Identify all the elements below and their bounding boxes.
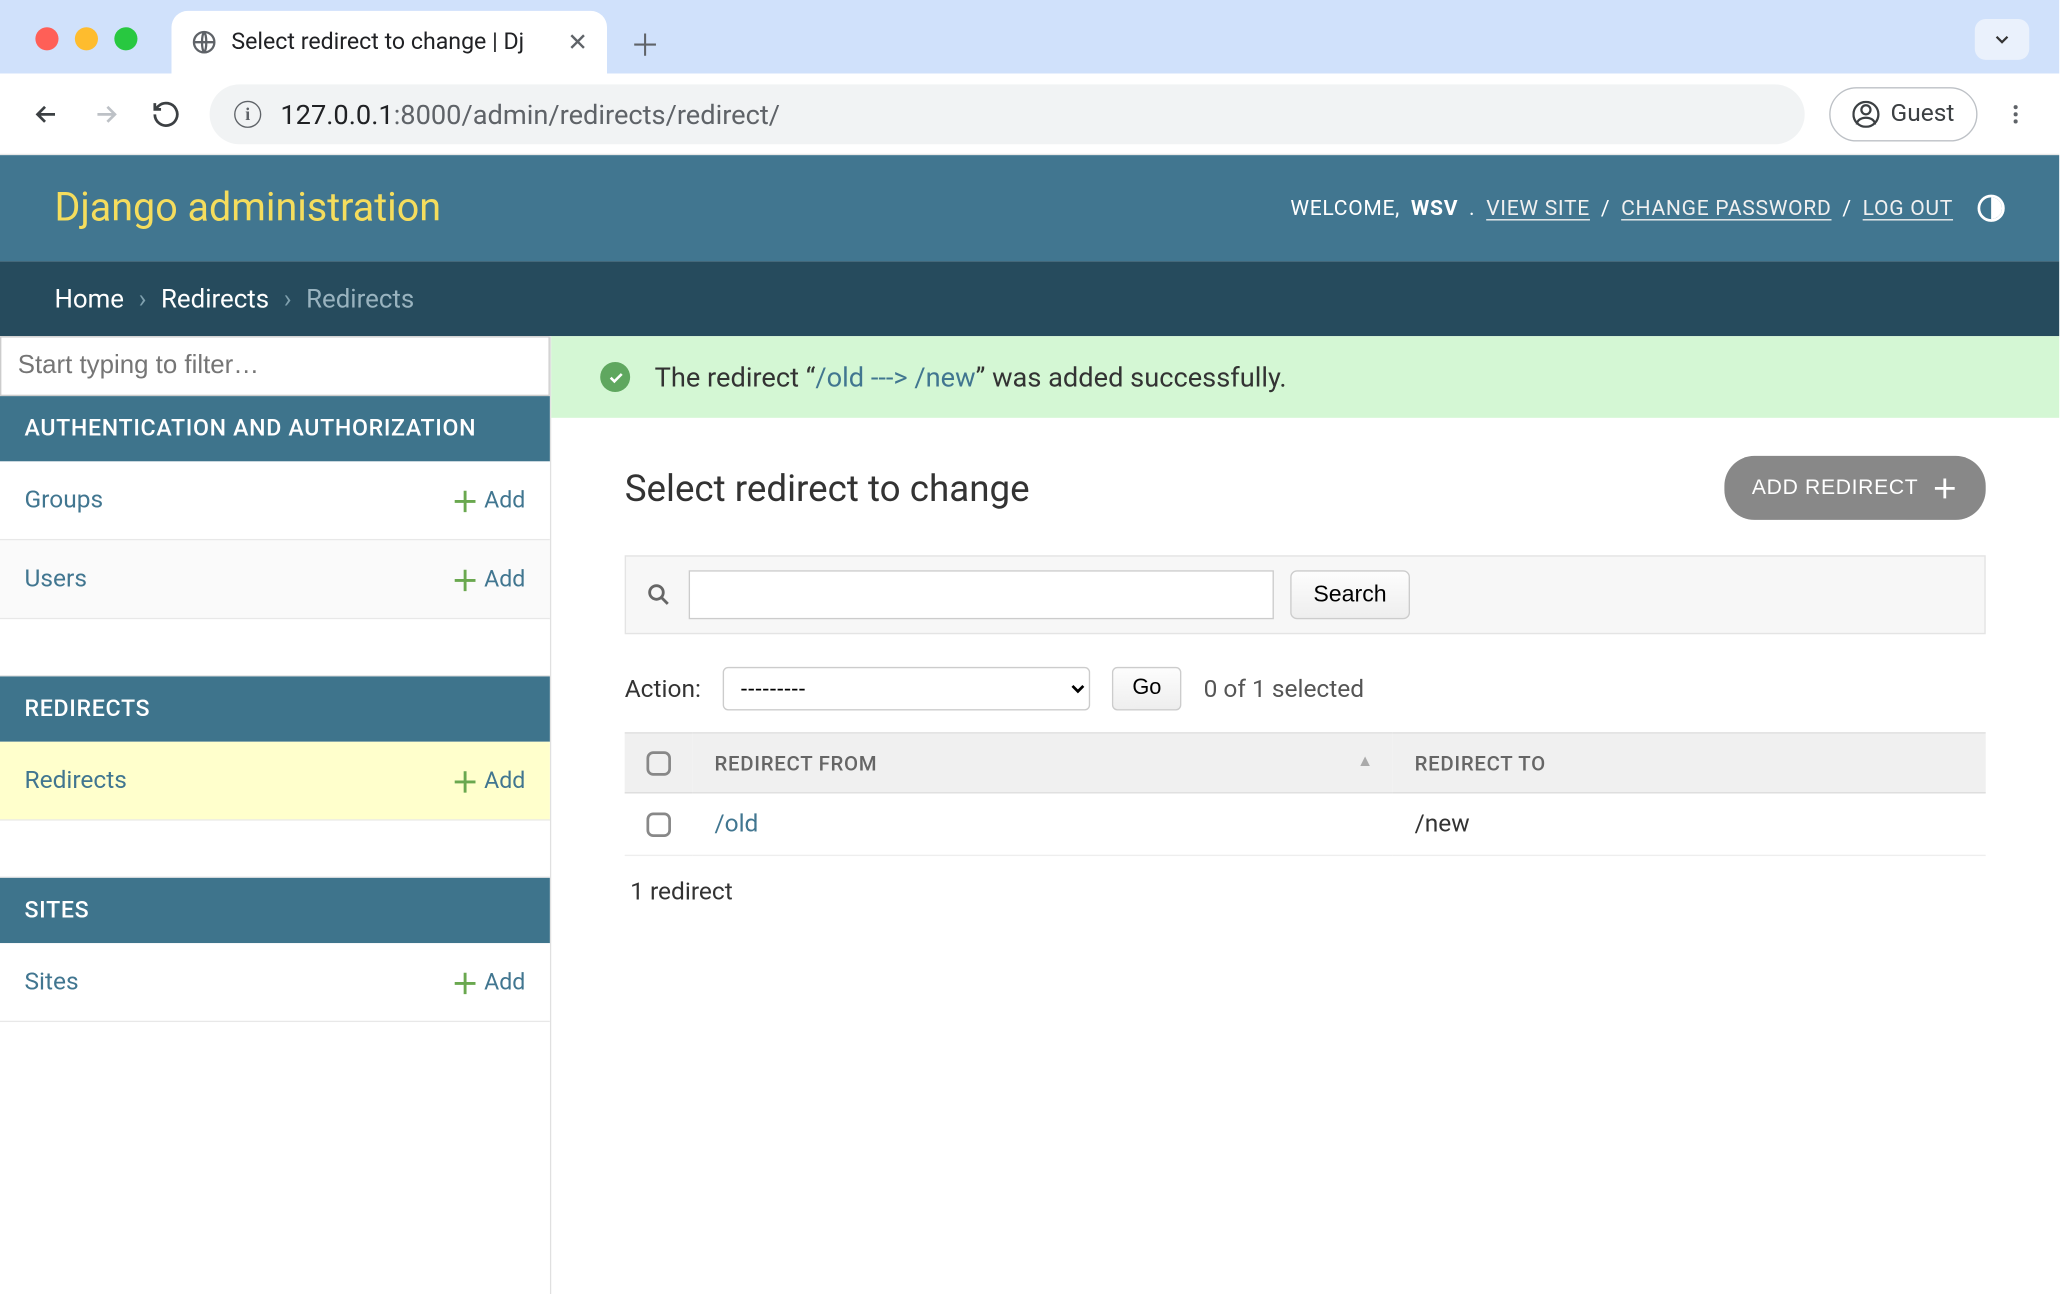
action-select[interactable]: --------- [723,667,1090,711]
sidebar-section-redirects: REDIRECTS [0,676,550,741]
groups-link[interactable]: Groups [24,486,103,515]
go-button[interactable]: Go [1112,667,1182,711]
breadcrumb-app[interactable]: Redirects [161,283,269,314]
row-checkbox[interactable] [646,813,670,837]
window-controls [35,27,137,50]
tabs-dropdown-button[interactable] [1975,19,2029,60]
sidebar-section-sites: SITES [0,878,550,943]
users-link[interactable]: Users [24,565,86,594]
admin-header: Django administration WELCOME, WSV. VIEW… [0,155,2059,261]
select-all-checkbox[interactable] [646,751,670,775]
success-message: The redirect “/old ---> /new” was added … [551,336,2059,418]
sidebar-section-auth: AUTHENTICATION AND AUTHORIZATION [0,396,550,461]
admin-title: Django administration [54,185,441,231]
tab-title: Select redirect to change | Dj [231,29,524,56]
person-icon [1852,100,1879,127]
arrow-left-icon [31,99,61,129]
log-out-link[interactable]: LOG OUT [1863,196,1953,220]
search-button[interactable]: Search [1290,570,1410,619]
table-row: /old /new [625,793,1986,856]
plus-icon: ＋ [451,962,478,1001]
groups-add-link[interactable]: ＋Add [451,480,525,519]
plus-icon: ＋ [451,761,478,800]
breadcrumb-home[interactable]: Home [54,283,124,314]
profile-label: Guest [1891,99,1955,128]
selection-count: 0 of 1 selected [1204,674,1364,703]
redirects-add-link[interactable]: ＋Add [451,761,525,800]
search-icon [645,581,672,608]
sites-add-link[interactable]: ＋Add [451,962,525,1001]
sidebar-item-sites: Sites ＋Add [0,943,550,1022]
page-title: Select redirect to change [625,466,1030,510]
add-redirect-button[interactable]: ADD REDIRECT＋ [1725,456,1986,520]
success-object-link[interactable]: /old ---> /new [815,361,975,394]
main-content: The redirect “/old ---> /new” was added … [551,336,2059,1294]
dots-vertical-icon [2003,101,2027,125]
redirect-from-link[interactable]: /old [715,810,759,839]
redirect-to-value: /new [1393,793,1986,856]
sidebar-item-groups: Groups ＋Add [0,461,550,540]
redirects-link[interactable]: Redirects [24,766,126,795]
address-bar[interactable]: i 127.0.0.1:8000/admin/redirects/redirec… [210,84,1805,144]
sort-asc-icon: ▲ [1357,751,1374,770]
actions-row: Action: --------- Go 0 of 1 selected [625,667,1986,711]
minimize-window-button[interactable] [75,27,98,50]
profile-button[interactable]: Guest [1829,86,1977,140]
paginator: 1 redirect [625,856,1986,928]
change-password-link[interactable]: CHANGE PASSWORD [1621,196,1831,220]
url-text: 127.0.0.1:8000/admin/redirects/redirect/ [280,97,780,130]
success-text: The redirect “/old ---> /new” was added … [655,361,1287,394]
theme-toggle-icon[interactable] [1978,195,2005,222]
username: WSV [1411,196,1458,220]
sidebar-item-users: Users ＋Add [0,540,550,619]
maximize-window-button[interactable] [114,27,137,50]
close-tab-icon[interactable]: ✕ [567,28,588,57]
sites-link[interactable]: Sites [24,968,78,997]
col-redirect-to[interactable]: REDIRECT TO [1393,733,1986,793]
check-circle-icon [600,362,630,392]
users-add-link[interactable]: ＋Add [451,559,525,598]
search-input[interactable] [689,570,1274,619]
new-tab-button[interactable]: ＋ [621,19,670,68]
plus-icon: ＋ [451,559,478,598]
arrow-right-icon [91,99,121,129]
forward-button[interactable] [79,86,133,140]
browser-tab[interactable]: Select redirect to change | Dj ✕ [171,11,607,74]
browser-menu-button[interactable] [1991,89,2040,138]
reload-icon [151,99,181,129]
welcome-label: WELCOME, [1290,196,1400,220]
globe-icon [191,29,218,56]
browser-tab-bar: Select redirect to change | Dj ✕ ＋ [0,0,2059,73]
plus-icon: ＋ [451,480,478,519]
col-redirect-from[interactable]: REDIRECT FROM ▲ [693,733,1393,793]
action-label: Action: [625,674,701,703]
breadcrumb-current: Redirects [306,283,414,314]
sidebar-filter-input[interactable] [0,336,550,396]
breadcrumb: Home › Redirects › Redirects [0,261,2059,336]
close-window-button[interactable] [35,27,58,50]
plus-icon: ＋ [1932,470,1959,507]
admin-user-links: WELCOME, WSV. VIEW SITE / CHANGE PASSWOR… [1290,195,2004,222]
site-info-icon[interactable]: i [234,100,261,127]
view-site-link[interactable]: VIEW SITE [1486,196,1590,220]
reload-button[interactable] [139,86,193,140]
sidebar: AUTHENTICATION AND AUTHORIZATION Groups … [0,336,551,1294]
sidebar-item-redirects: Redirects ＋Add [0,742,550,821]
results-table: REDIRECT FROM ▲ REDIRECT TO /old /new [625,732,1986,856]
browser-toolbar: i 127.0.0.1:8000/admin/redirects/redirec… [0,73,2059,155]
chevron-down-icon [1991,29,2013,51]
back-button[interactable] [19,86,73,140]
search-bar: Search [625,555,1986,634]
